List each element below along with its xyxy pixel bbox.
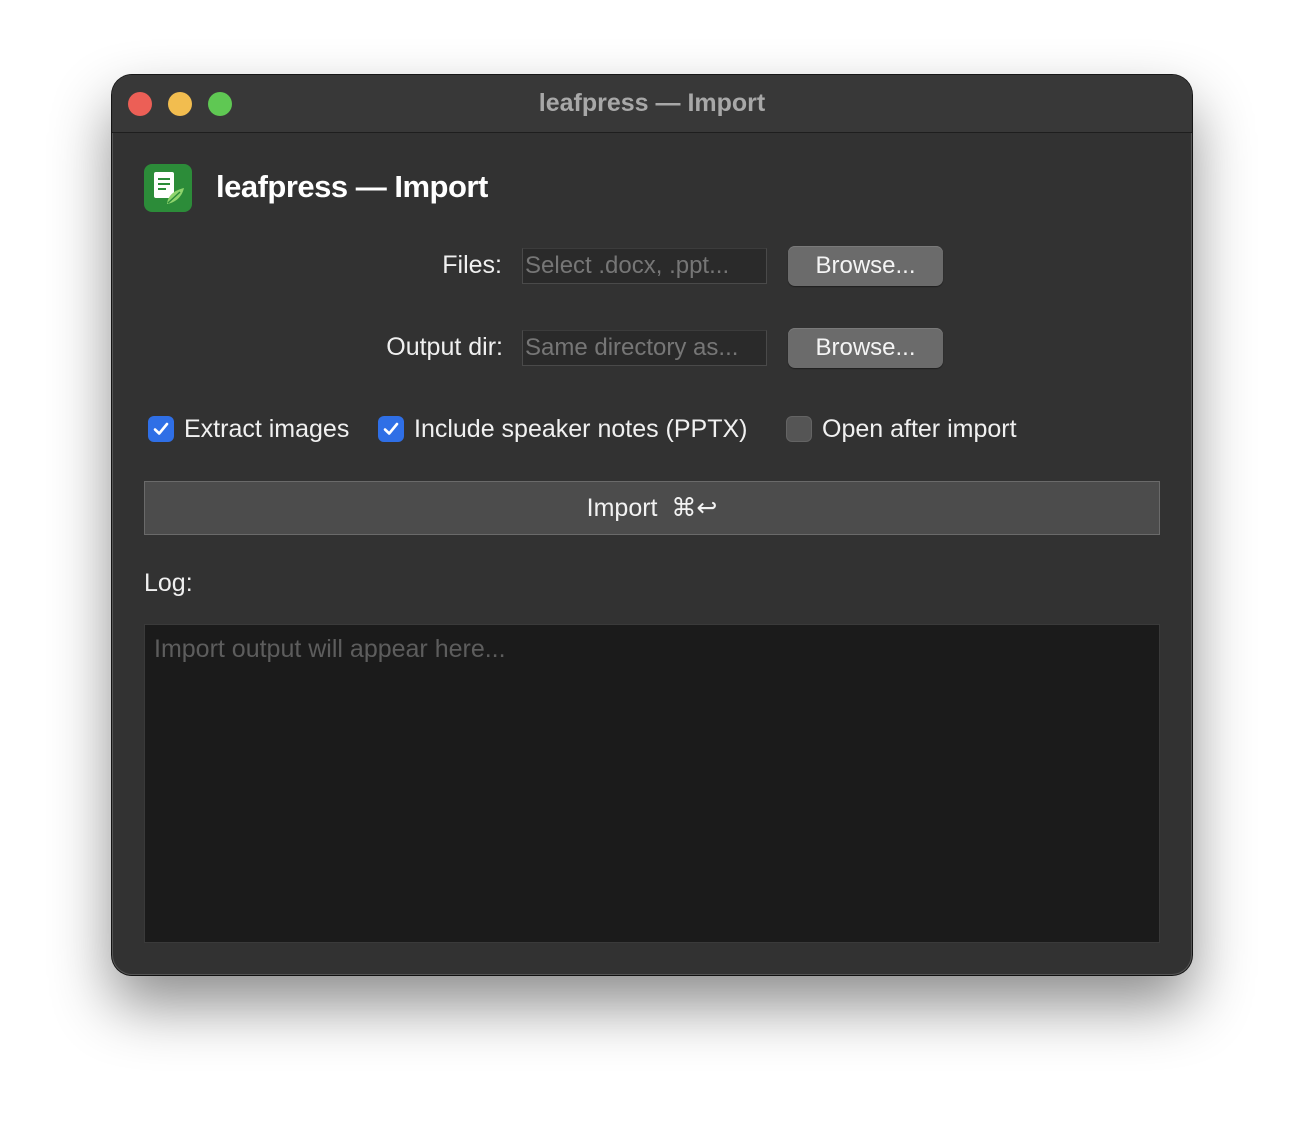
- output-dir-input[interactable]: [522, 330, 767, 366]
- import-window: leafpress — Import leafpress — Import Fi…: [112, 75, 1192, 975]
- files-browse-button[interactable]: Browse...: [788, 246, 943, 286]
- open-after-import-checkbox[interactable]: [786, 416, 812, 442]
- output-dir-label: Output dir:: [386, 333, 503, 361]
- document-leaf-icon: [144, 164, 192, 212]
- open-after-import-label: Open after import: [822, 414, 1017, 443]
- files-input[interactable]: [522, 248, 767, 284]
- files-label: Files:: [442, 251, 502, 279]
- speaker-notes-label: Include speaker notes (PPTX): [414, 414, 748, 443]
- speaker-notes-option[interactable]: Include speaker notes (PPTX): [378, 414, 748, 444]
- speaker-notes-checkbox[interactable]: [378, 416, 404, 442]
- title-bar[interactable]: leafpress — Import: [112, 75, 1192, 133]
- extract-images-label: Extract images: [184, 414, 350, 443]
- log-output[interactable]: [144, 624, 1160, 943]
- import-shortcut-hint: ⌘↩: [671, 494, 718, 522]
- checkmark-icon: [153, 422, 169, 435]
- extract-images-option[interactable]: Extract images: [148, 414, 349, 444]
- output-dir-browse-button[interactable]: Browse...: [788, 328, 943, 368]
- import-button[interactable]: Import ⌘↩: [144, 481, 1160, 535]
- import-button-label: Import: [586, 494, 658, 522]
- window-title: leafpress — Import: [538, 89, 766, 117]
- page-title: leafpress — Import: [216, 169, 488, 204]
- open-after-import-option[interactable]: Open after import: [786, 414, 1017, 444]
- checkmark-icon: [383, 422, 399, 435]
- log-label: Log:: [144, 569, 193, 597]
- extract-images-checkbox[interactable]: [148, 416, 174, 442]
